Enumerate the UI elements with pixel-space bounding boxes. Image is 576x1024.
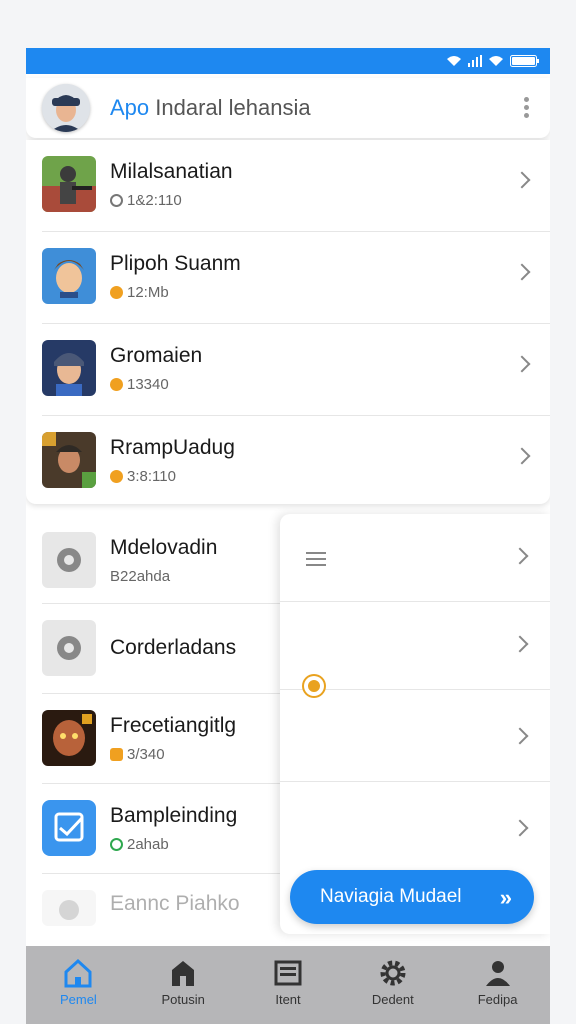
status-bar: [26, 48, 550, 74]
gear-placeholder-icon: [42, 620, 96, 676]
gear-placeholder-icon: [42, 890, 96, 926]
nav-label: Potusin: [161, 992, 205, 1007]
checkbox-app-icon: [42, 800, 96, 856]
chevron-right-icon: [511, 635, 529, 653]
signal-icon: [468, 54, 482, 72]
list-item-title: Gromaien: [110, 344, 203, 367]
list-item-meta: 1&2:110: [127, 192, 182, 209]
list-item[interactable]: Gromaien 13340: [26, 324, 550, 416]
coin-icon: [110, 470, 123, 483]
list-item-meta: 3:8:110: [127, 468, 176, 485]
list-item-meta: 2ahab: [127, 836, 169, 853]
app-title-accent: Apo: [110, 95, 150, 120]
list-item-subtitle: 12:Mb: [110, 284, 169, 301]
list-item-title: Frecetiangitlg: [110, 714, 237, 737]
menu-icon[interactable]: [306, 548, 326, 570]
chevron-right-icon: [511, 727, 529, 745]
game-list-top: Milalsanatian 1&2:110 Plipoh Suanm 12:Mb: [26, 140, 550, 504]
face-game-icon: [42, 710, 96, 766]
battery-icon: [510, 54, 540, 72]
fab-label: Naviagia Mudael: [320, 886, 462, 907]
list-item-meta: 3/340: [127, 746, 165, 763]
coin-icon: [110, 378, 123, 391]
list-item-title: Mdelovadin: [110, 536, 218, 559]
panel-row[interactable]: [280, 690, 550, 782]
panel-row[interactable]: [280, 602, 550, 690]
nav-label: Dedent: [371, 992, 414, 1007]
chevron-right-icon: [513, 263, 531, 281]
wifi-icon: [488, 54, 504, 72]
nav-item-settings[interactable]: Dedent: [340, 946, 445, 1024]
list-item-title: Eannc Piahko: [110, 892, 240, 915]
app-bar: Apo Indaral lehansia: [26, 78, 550, 138]
coin-icon: [110, 748, 123, 761]
elf-game-icon: [42, 248, 96, 304]
status-dot-icon: [304, 676, 324, 696]
list-item-meta: 12:Mb: [127, 284, 169, 301]
nav-item-news[interactable]: Itent: [236, 946, 341, 1024]
list-item-title: Bampleinding: [110, 804, 238, 827]
clock-icon: [110, 194, 123, 207]
chevron-right-icon: [513, 447, 531, 465]
list-item-title: Milalsanatian: [110, 160, 233, 183]
chevron-right-icon: [513, 171, 531, 189]
list-item-meta: B22ahda: [110, 568, 171, 585]
nav-label: Fedipa: [477, 992, 518, 1007]
home-icon: [64, 958, 92, 988]
soldier-game-icon: [42, 156, 96, 212]
chevron-right-icon: [511, 547, 529, 565]
nav-item-home[interactable]: Pemel: [26, 946, 131, 1024]
bottom-navigation: Pemel Potusin Itent Dedent Fedipa: [26, 946, 550, 1024]
list-item-subtitle: B22ahda: [110, 568, 170, 585]
panel-row[interactable]: [280, 514, 550, 602]
clock-icon: [110, 838, 123, 851]
list-item-title: Corderladans: [110, 636, 237, 659]
nav-label: Itent: [275, 992, 301, 1007]
app-title-rest: Indaral lehansia: [155, 95, 311, 120]
list-item[interactable]: Plipoh Suanm 12:Mb: [26, 232, 550, 324]
chevron-double-right-icon: »: [499, 885, 512, 910]
list-item-title: Plipoh Suanm: [110, 252, 241, 275]
wifi-icon: [446, 54, 462, 72]
list-item-subtitle: 3:8:110: [110, 468, 176, 485]
app-title: Apo Indaral lehansia: [110, 95, 311, 121]
warrior-game-icon: [42, 432, 96, 488]
list-item-subtitle: 2ahab: [110, 836, 169, 853]
nav-item-store[interactable]: Potusin: [131, 946, 236, 1024]
chevron-right-icon: [513, 355, 531, 373]
user-avatar-icon[interactable]: [42, 84, 90, 132]
more-vert-icon[interactable]: [516, 94, 536, 124]
news-icon: [274, 960, 302, 986]
gear-placeholder-icon: [42, 532, 96, 588]
list-item[interactable]: Milalsanatian 1&2:110: [26, 140, 550, 232]
list-item-subtitle: 3/340: [110, 746, 165, 763]
chevron-right-icon: [511, 819, 529, 837]
list-item-subtitle: 13340: [110, 376, 169, 393]
list-item-title: RrampUadug: [110, 436, 235, 459]
store-icon: [172, 961, 195, 986]
helmet-game-icon: [42, 340, 96, 396]
nav-item-profile[interactable]: Fedipa: [445, 946, 550, 1024]
coin-icon: [110, 286, 123, 299]
list-item-meta: 13340: [127, 376, 169, 393]
gear-icon: [380, 960, 406, 986]
list-item-subtitle: 1&2:110: [110, 192, 182, 209]
phone-screen: Apo Indaral lehansia Milalsanatian 1&2:1…: [26, 48, 550, 1024]
navigate-module-button[interactable]: Naviagia Mudael »: [290, 870, 534, 924]
person-icon: [485, 961, 510, 986]
nav-label: Pemel: [59, 992, 97, 1007]
panel-row[interactable]: [280, 782, 550, 874]
list-item[interactable]: RrampUadug 3:8:110: [26, 416, 550, 508]
